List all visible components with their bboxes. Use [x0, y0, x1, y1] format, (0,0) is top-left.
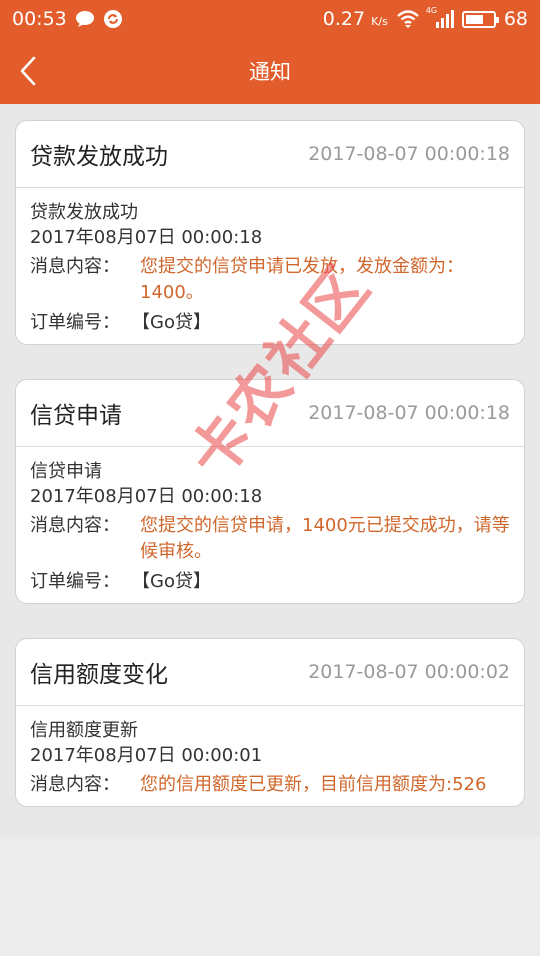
card-body: 贷款发放成功 2017年08月07日 00:00:18 消息内容： 您提交的信贷… — [16, 188, 524, 344]
content-label: 消息内容： — [30, 256, 120, 277]
content-label: 消息内容： — [30, 515, 120, 536]
notification-card-credit-limit[interactable]: 信用额度变化 2017-08-07 00:00:02 信用额度更新 2017年0… — [15, 638, 525, 807]
card-title: 贷款发放成功 — [30, 144, 168, 170]
card-datetime: 2017年08月07日 00:00:18 — [30, 486, 263, 507]
card-subject: 贷款发放成功 — [30, 202, 138, 223]
card-time: 2017-08-07 00:00:18 — [308, 402, 510, 424]
card-subject: 信贷申请 — [30, 461, 102, 482]
status-right: 0.27 K/s 4G 68 — [323, 6, 528, 30]
sync-icon — [103, 9, 123, 29]
card-title: 信贷申请 — [30, 403, 122, 429]
status-time: 00:53 — [12, 8, 67, 30]
card-header: 信用额度变化 2017-08-07 00:00:02 — [16, 639, 524, 706]
order-label: 订单编号： — [30, 571, 120, 592]
network-speed-value: 0.27 — [322, 8, 366, 30]
network-type: 4G — [425, 6, 438, 15]
notification-group: 信贷申请 2017-08-07 00:00:18 信贷申请 2017年08月07… — [0, 361, 540, 620]
card-title: 信用额度变化 — [30, 662, 168, 688]
card-body: 信用额度更新 2017年08月07日 00:00:01 消息内容： 您的信用额度… — [16, 706, 524, 806]
card-header: 贷款发放成功 2017-08-07 00:00:18 — [16, 121, 524, 188]
chevron-left-icon — [20, 56, 36, 86]
order-value: 【Go贷】 — [132, 571, 211, 592]
network-speed: 0.27 K/s — [323, 8, 388, 30]
order-row: 订单编号： 【Go贷】 — [30, 310, 510, 336]
notification-card-loan-issued[interactable]: 贷款发放成功 2017-08-07 00:00:18 贷款发放成功 2017年0… — [15, 120, 525, 345]
card-time: 2017-08-07 00:00:18 — [308, 143, 510, 165]
battery-fill — [465, 14, 484, 24]
card-time: 2017-08-07 00:00:02 — [308, 661, 510, 683]
card-body: 信贷申请 2017年08月07日 00:00:18 消息内容： 您提交的信贷申请… — [16, 447, 524, 603]
notification-card-credit-application[interactable]: 信贷申请 2017-08-07 00:00:18 信贷申请 2017年08月07… — [15, 379, 525, 604]
order-value: 【Go贷】 — [132, 312, 211, 333]
page-title: 通知 — [249, 60, 291, 84]
content-value: 您提交的信贷申请，1400元已提交成功，请等候审核。 — [140, 515, 510, 562]
notification-group: 信用额度变化 2017-08-07 00:00:02 信用额度更新 2017年0… — [0, 620, 540, 837]
content-row: 消息内容： 您的信用额度已更新，目前信用额度为:526 — [30, 772, 510, 798]
battery-icon — [461, 10, 499, 28]
card-datetime: 2017年08月07日 00:00:01 — [30, 745, 263, 766]
notification-list: 贷款发放成功 2017-08-07 00:00:18 贷款发放成功 2017年0… — [0, 104, 540, 837]
card-header: 信贷申请 2017-08-07 00:00:18 — [16, 380, 524, 447]
content-value: 您提交的信贷申请已发放，发放金额为：1400。 — [140, 256, 464, 303]
back-button[interactable] — [8, 46, 48, 96]
card-datetime: 2017年08月07日 00:00:18 — [30, 227, 263, 248]
notification-group: 贷款发放成功 2017-08-07 00:00:18 贷款发放成功 2017年0… — [0, 104, 540, 361]
content-label: 消息内容： — [30, 774, 120, 795]
network-speed-unit: K/s — [371, 15, 388, 28]
battery-level: 68 — [503, 8, 528, 30]
chat-bubble-icon — [75, 10, 95, 28]
content-value: 您的信用额度已更新，目前信用额度为:526 — [140, 774, 487, 795]
status-bar: 00:53 0.27 K/s 4G 68 — [0, 0, 540, 38]
status-left: 00:53 — [12, 8, 123, 30]
cellular-signal-icon: 4G — [425, 6, 454, 29]
wifi-icon — [396, 9, 420, 29]
content-row: 消息内容： 您提交的信贷申请已发放，发放金额为：1400。 — [30, 254, 510, 306]
content-row: 消息内容： 您提交的信贷申请，1400元已提交成功，请等候审核。 — [30, 513, 510, 565]
nav-bar: 通知 — [0, 38, 540, 104]
card-subject: 信用额度更新 — [30, 720, 138, 741]
order-row: 订单编号： 【Go贷】 — [30, 569, 510, 595]
order-label: 订单编号： — [30, 312, 120, 333]
